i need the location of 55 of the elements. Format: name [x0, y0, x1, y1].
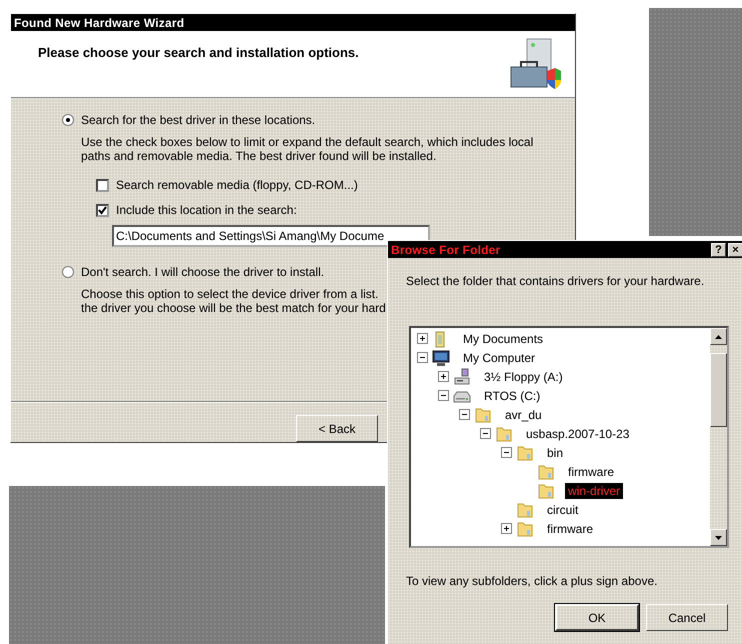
location-field[interactable]: C:\Documents and Settings\Si Amang\My Docume — [112, 225, 430, 247]
floppy-drive-icon — [453, 368, 471, 386]
tree-item[interactable]: win-driver — [565, 482, 624, 498]
expand-icon[interactable] — [417, 333, 428, 344]
folder-icon — [516, 520, 534, 538]
checkbox[interactable] — [96, 204, 109, 216]
expand-icon[interactable] — [501, 523, 512, 534]
tree-item[interactable]: usbasp.2007-10-23 — [523, 426, 632, 442]
tree-item[interactable]: My Documents — [460, 330, 546, 346]
option-description: Choose this option to select the device driver from a list. — [81, 287, 380, 301]
option-description: the driver you choose will be the best match for your hard — [81, 301, 387, 315]
tree-item[interactable]: avr_du — [502, 406, 545, 422]
checkbox-label: Include this location in the search: — [116, 203, 297, 217]
collapse-icon[interactable] — [438, 390, 449, 401]
checkbox[interactable] — [96, 178, 109, 192]
collapse-icon[interactable] — [459, 409, 470, 420]
folder-icon — [516, 500, 534, 518]
option-description: Use the check boxes below to limit or expand the default search, which includes local — [81, 135, 534, 149]
wizard-heading: Please choose your search and installation options. — [38, 45, 359, 62]
close-button[interactable]: × — [728, 242, 742, 256]
hint-text: To view any subfolders, click a plus sign above. — [406, 574, 658, 588]
down-arrow-icon — [715, 536, 722, 540]
cancel-button[interactable]: Cancel — [646, 604, 728, 631]
folder-icon — [516, 444, 534, 462]
radio-button[interactable] — [62, 266, 74, 278]
folder-icon — [495, 424, 513, 442]
up-arrow-icon — [715, 334, 722, 338]
tree-item[interactable]: firmware — [565, 464, 618, 480]
option-description: paths and removable media. The best driver found will be installed. — [81, 149, 438, 163]
tree-item[interactable]: firmware — [544, 520, 596, 536]
collapse-icon[interactable] — [417, 352, 428, 363]
tree-item[interactable]: circuit — [544, 502, 582, 518]
option-label: Search for the best driver in these locations. — [81, 113, 316, 127]
window-title: Found New Hardware Wizard — [14, 16, 186, 30]
expand-icon[interactable] — [438, 371, 449, 382]
collapse-icon[interactable] — [480, 428, 491, 439]
back-button[interactable]: < Back — [296, 415, 378, 442]
ok-button[interactable]: OK — [555, 604, 639, 631]
folder-icon — [537, 462, 555, 480]
scroll-down-button[interactable] — [710, 529, 727, 546]
collapse-icon[interactable] — [501, 447, 512, 458]
scrollbar[interactable] — [710, 328, 727, 546]
tree-item[interactable]: bin — [544, 444, 566, 460]
instruction-text: Select the folder that contains drivers for your hardware. — [406, 274, 706, 288]
folder-icon — [474, 406, 492, 424]
radio-button[interactable] — [62, 114, 74, 126]
help-button[interactable]: ? — [711, 242, 726, 256]
option-label: Don't search. I will choose the driver to install. — [81, 265, 324, 279]
folder-icon — [537, 482, 555, 500]
checkbox-label: Search removable media (floppy, CD-ROM...) — [116, 178, 358, 192]
computer-icon — [432, 348, 450, 366]
tree-item[interactable]: My Computer — [460, 350, 538, 366]
tree-item[interactable]: 3½ Floppy (A:) — [481, 368, 566, 384]
tree-item[interactable]: RTOS (C:) — [481, 388, 544, 404]
scroll-up-button[interactable] — [710, 328, 727, 345]
